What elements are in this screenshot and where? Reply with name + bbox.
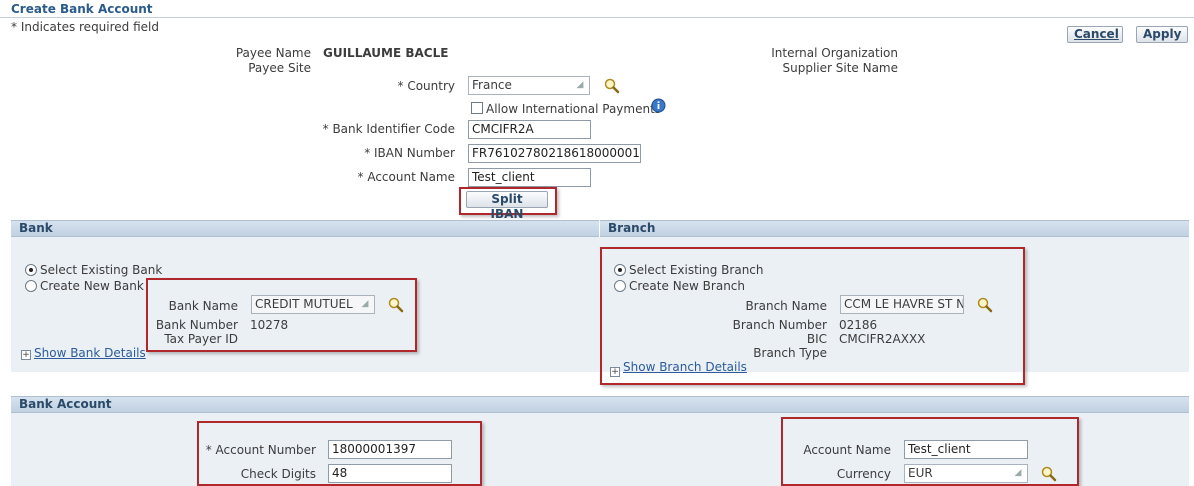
- branch-name-select[interactable]: CCM LE HAVRE ST NIC: [840, 295, 964, 314]
- bank-number-label: Bank Number: [155, 318, 238, 332]
- create-new-bank-radio[interactable]: [25, 280, 37, 292]
- expand-icon[interactable]: +: [21, 350, 31, 360]
- account-name-label: * Account Name: [357, 170, 455, 184]
- select-existing-bank-radio[interactable]: [25, 264, 37, 276]
- bank-section-header: Bank: [11, 220, 599, 237]
- select-existing-bank-label: Select Existing Bank: [40, 263, 163, 277]
- currency-label: Currency: [836, 467, 891, 481]
- bank-name-label: Bank Name: [168, 299, 238, 313]
- branch-section-header: Branch: [600, 220, 1189, 237]
- payee-name-value: GUILLAUME BACLE: [323, 46, 449, 60]
- supplier-site-label: Supplier Site Name: [782, 61, 898, 75]
- search-icon[interactable]: [976, 296, 994, 314]
- page-title: Create Bank Account: [11, 2, 153, 16]
- bank-account-name-input[interactable]: Test_client: [904, 440, 1028, 459]
- info-icon[interactable]: [651, 98, 666, 113]
- branch-bic-label: BIC: [806, 332, 827, 346]
- required-note: * Indicates required field: [11, 20, 160, 34]
- currency-select[interactable]: EUR ◢: [904, 464, 1028, 483]
- branch-number-value: 02186: [839, 318, 878, 332]
- search-icon[interactable]: [1040, 465, 1058, 483]
- bank-number-value: 10278: [250, 318, 289, 332]
- branch-name-label: Branch Name: [745, 299, 827, 313]
- iban-label: * IBAN Number: [364, 146, 455, 160]
- bic-input[interactable]: CMCIFR2A: [468, 120, 591, 139]
- bank-account-name-label: Account Name: [803, 443, 891, 457]
- show-bank-details-link[interactable]: Show Bank Details: [34, 346, 146, 360]
- check-digits-input[interactable]: 48: [328, 464, 452, 483]
- bank-account-number-label: * Account Number: [205, 443, 316, 457]
- expand-icon[interactable]: +: [610, 367, 620, 377]
- apply-button[interactable]: Apply: [1136, 26, 1188, 43]
- currency-value: EUR: [908, 466, 933, 480]
- branch-bic-value: CMCIFR2AXXX: [839, 332, 926, 346]
- bank-name-value: CREDIT MUTUEL: [255, 297, 353, 311]
- branch-type-label: Branch Type: [753, 346, 827, 360]
- bank-name-select[interactable]: CREDIT MUTUEL ◢: [251, 295, 375, 314]
- bank-account-number-input[interactable]: 18000001397: [328, 440, 452, 459]
- chevron-down-icon: ◢: [1014, 468, 1022, 478]
- cancel-button[interactable]: Cancel: [1067, 26, 1123, 43]
- country-label: * Country: [397, 79, 456, 93]
- create-new-bank-label: Create New Bank: [40, 279, 144, 293]
- split-iban-button-label: Split IBAN: [490, 192, 524, 221]
- split-iban-button[interactable]: Split IBAN: [466, 191, 548, 221]
- country-select[interactable]: France ◢: [468, 76, 590, 95]
- payee-name-label: Payee Name: [235, 46, 311, 60]
- show-branch-details-link[interactable]: Show Branch Details: [623, 360, 747, 374]
- search-icon[interactable]: [387, 296, 405, 314]
- allow-intl-payments-checkbox[interactable]: [471, 102, 483, 114]
- allow-intl-payments-label: Allow International Payments: [486, 102, 662, 116]
- branch-number-label: Branch Number: [732, 318, 827, 332]
- apply-button-label: Apply: [1143, 27, 1182, 41]
- title-divider: [0, 17, 1194, 18]
- check-digits-label: Check Digits: [240, 467, 316, 481]
- bank-account-section-header: Bank Account: [11, 396, 1189, 413]
- search-icon[interactable]: [603, 77, 621, 95]
- payee-site-label: Payee Site: [248, 61, 311, 75]
- chevron-down-icon: ◢: [361, 299, 369, 309]
- internal-org-label: Internal Organization: [771, 46, 898, 60]
- bic-label: * Bank Identifier Code: [322, 122, 455, 136]
- account-name-input[interactable]: Test_client: [468, 168, 591, 187]
- chevron-down-icon: ◢: [576, 80, 584, 90]
- cancel-button-label: Cancel: [1074, 27, 1119, 41]
- iban-input[interactable]: FR7610278021861800000139: [468, 144, 641, 163]
- branch-name-value: CCM LE HAVRE ST NIC: [844, 297, 964, 311]
- tax-payer-label: Tax Payer ID: [164, 332, 238, 346]
- country-value: France: [472, 78, 512, 92]
